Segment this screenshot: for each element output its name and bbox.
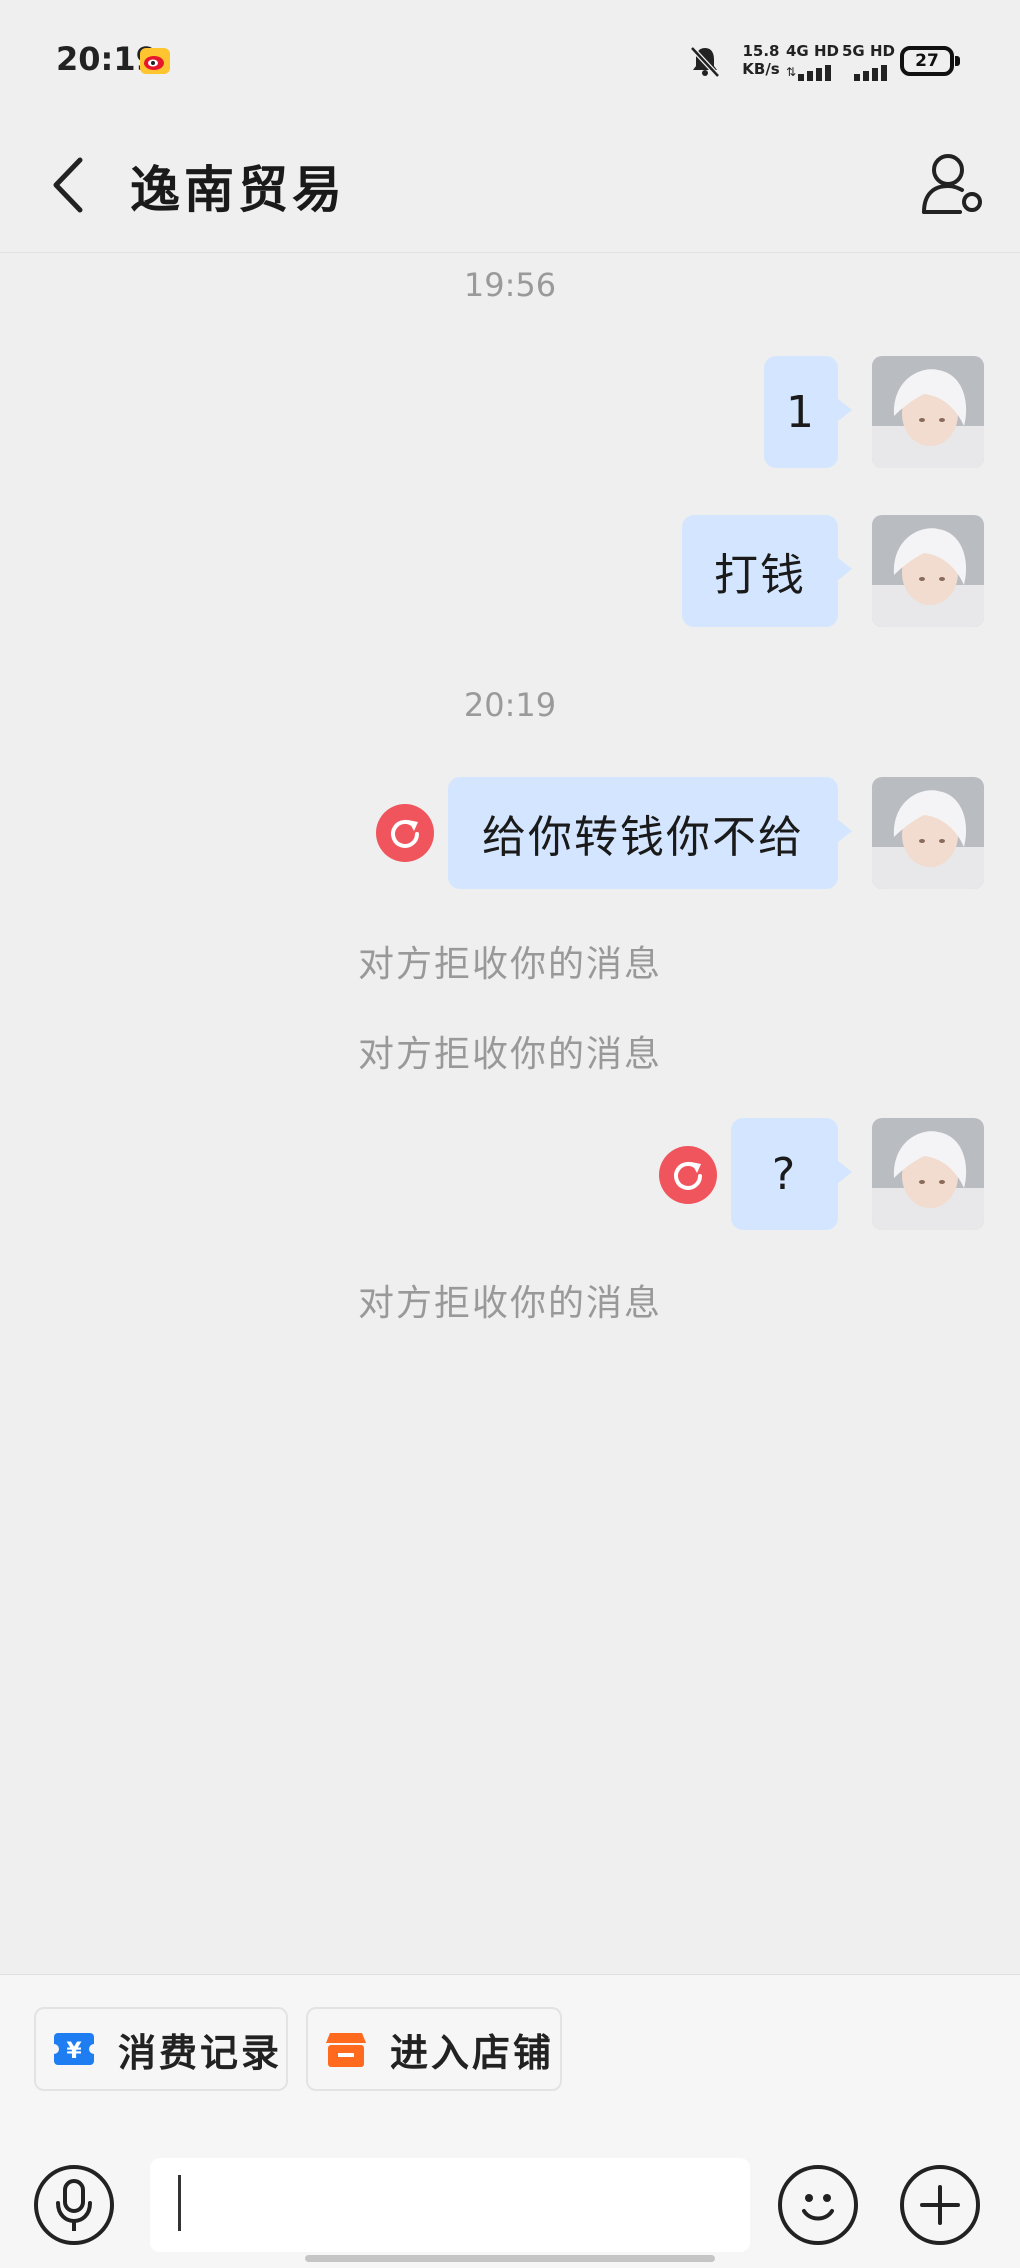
text-caret (178, 2175, 181, 2231)
user-profile-icon[interactable] (920, 150, 984, 216)
chat-title: 逸南贸易 (130, 161, 346, 219)
network-speed-value: 15.8 (742, 42, 780, 60)
network-speed: 15.8 KB/s (736, 42, 786, 78)
yuan-ticket-icon: ¥ (52, 2033, 96, 2065)
emoji-button[interactable] (778, 2165, 858, 2245)
system-message: 对方拒收你的消息 (357, 1034, 662, 1075)
signal-5g: 5G HD (842, 42, 904, 82)
mute-bell-icon (690, 46, 720, 78)
enter-store-button[interactable]: 进入店铺 (306, 2007, 562, 2091)
home-indicator[interactable] (305, 2255, 715, 2262)
signal-bars-icon: ⇅ (786, 65, 831, 81)
battery-tip (955, 56, 960, 66)
input-panel: ¥ 消费记录 进入店铺 (0, 1974, 1020, 2268)
user-avatar[interactable] (872, 356, 984, 468)
svg-text:⇅: ⇅ (786, 65, 796, 79)
message-input[interactable] (150, 2158, 750, 2252)
svg-text:¥: ¥ (66, 2039, 82, 2064)
user-avatar[interactable] (872, 515, 984, 627)
voice-button[interactable] (34, 2165, 114, 2245)
status-bar: 20:19 15.8 KB/s 4G HD ⇅ 5G HD 27 (0, 0, 1020, 120)
resend-icon[interactable] (659, 1146, 717, 1204)
store-icon (326, 2033, 366, 2067)
microphone-icon (56, 2179, 92, 2231)
battery-indicator: 27 (900, 46, 954, 76)
network-speed-unit: KB/s (742, 60, 780, 78)
user-avatar[interactable] (872, 777, 984, 889)
system-message: 对方拒收你的消息 (357, 944, 662, 985)
purchase-records-label: 消费记录 (118, 2030, 283, 2075)
weibo-notification-icon (140, 48, 170, 74)
user-avatar[interactable] (872, 1118, 984, 1230)
more-button[interactable] (900, 2165, 980, 2245)
message-bubble[interactable]: 1 (764, 356, 852, 468)
signal-5g-label: 5G HD (842, 42, 895, 60)
system-message: 对方拒收你的消息 (357, 1283, 662, 1324)
back-arrow-icon[interactable] (44, 150, 94, 220)
signal-4g-label: 4G HD (786, 42, 839, 60)
signal-4g: 4G HD ⇅ (786, 42, 848, 82)
purchase-records-button[interactable]: ¥ 消费记录 (34, 2007, 288, 2091)
signal-bars-icon (854, 65, 887, 81)
message-bubble[interactable]: 打钱 (682, 515, 852, 627)
message-bubble[interactable]: ? (731, 1118, 852, 1230)
timestamp: 20:19 (463, 686, 557, 724)
timestamp: 19:56 (463, 266, 557, 304)
plus-icon (920, 2185, 960, 2225)
resend-icon[interactable] (376, 804, 434, 862)
enter-store-label: 进入店铺 (390, 2030, 555, 2075)
message-bubble[interactable]: 给你转钱你不给 (448, 777, 852, 889)
chat-header: 逸南贸易 (0, 120, 1020, 253)
smiley-icon (802, 2194, 834, 2221)
